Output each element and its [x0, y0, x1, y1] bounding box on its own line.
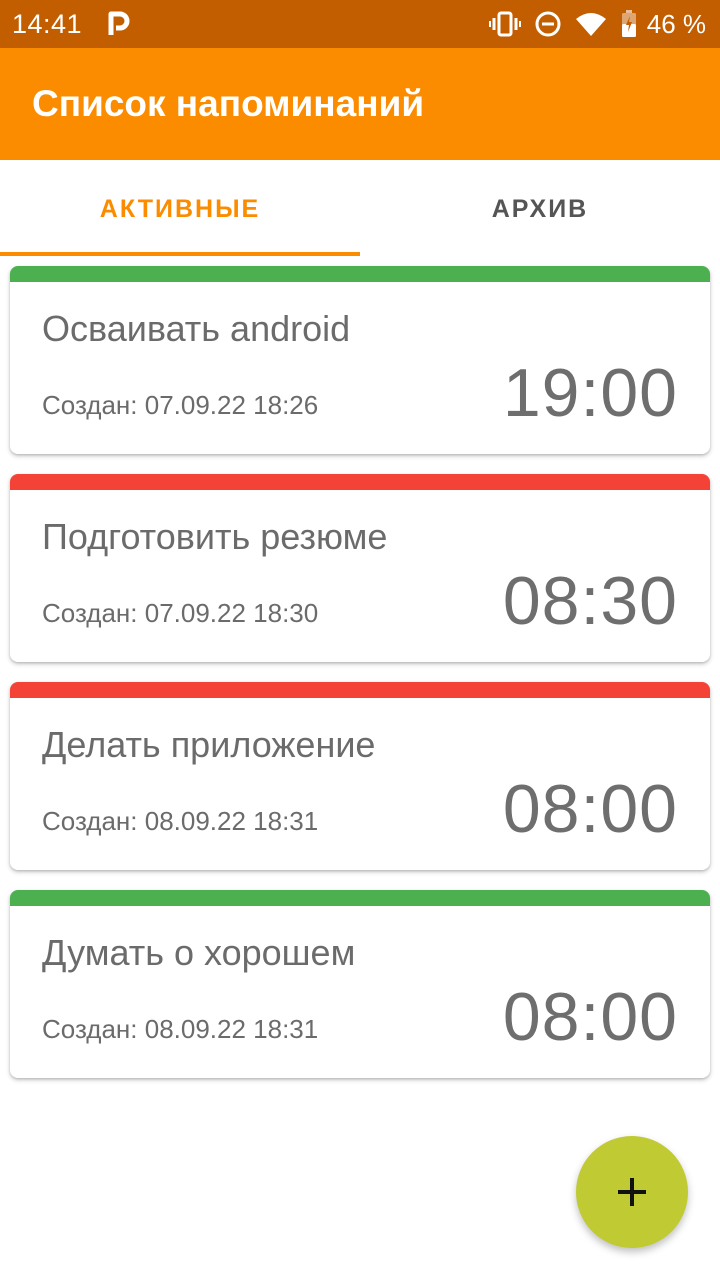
reminder-time: 08:00	[502, 979, 678, 1055]
reminder-card[interactable]: Осваивать android Создан: 07.09.22 18:26…	[10, 266, 710, 454]
reminder-card[interactable]: Делать приложение Создан: 08.09.22 18:31…	[10, 682, 710, 870]
priority-stripe	[10, 682, 710, 698]
page-title: Список напоминаний	[32, 83, 425, 124]
app-bar: Список напоминаний	[0, 48, 720, 160]
reminder-title: Осваивать android	[42, 308, 351, 349]
reminder-title: Думать о хорошем	[42, 932, 356, 973]
reminder-time: 08:30	[502, 563, 678, 639]
reminder-created: Создан: 08.09.22 18:31	[42, 806, 319, 836]
reminder-created: Создан: 07.09.22 18:30	[42, 598, 319, 628]
priority-stripe	[10, 890, 710, 906]
reminder-title: Делать приложение	[42, 724, 376, 765]
reminder-list: Осваивать android Создан: 07.09.22 18:26…	[10, 266, 710, 1098]
wifi-icon	[575, 13, 606, 36]
priority-stripe	[10, 474, 710, 490]
battery-icon	[621, 10, 636, 37]
battery-percent: 46 %	[646, 8, 706, 39]
reminder-created: Создан: 08.09.22 18:31	[42, 1014, 319, 1044]
reminder-card[interactable]: Подготовить резюме Создан: 07.09.22 18:3…	[10, 474, 710, 662]
add-reminder-button[interactable]	[576, 1136, 688, 1248]
tab-active[interactable]: АКТИВНЫЕ	[0, 160, 360, 256]
priority-stripe	[10, 266, 710, 282]
do-not-disturb-icon	[535, 11, 561, 37]
tab-indicator	[0, 252, 360, 256]
reminder-time: 19:00	[502, 355, 678, 431]
reminder-created: Создан: 07.09.22 18:26	[42, 390, 319, 420]
reminder-card[interactable]: Думать о хорошем Создан: 08.09.22 18:31 …	[10, 890, 710, 1078]
reminder-time: 08:00	[502, 771, 678, 847]
reminder-title: Подготовить резюме	[42, 516, 388, 557]
tab-bar: АКТИВНЫЕ АРХИВ	[0, 160, 720, 256]
tab-archive[interactable]: АРХИВ	[360, 160, 720, 256]
vibrate-icon	[488, 11, 521, 37]
plus-icon	[618, 1178, 646, 1206]
p-notification-icon	[108, 11, 130, 35]
status-bar: 14:41 46 %	[0, 0, 720, 48]
status-time: 14:41	[12, 8, 83, 39]
